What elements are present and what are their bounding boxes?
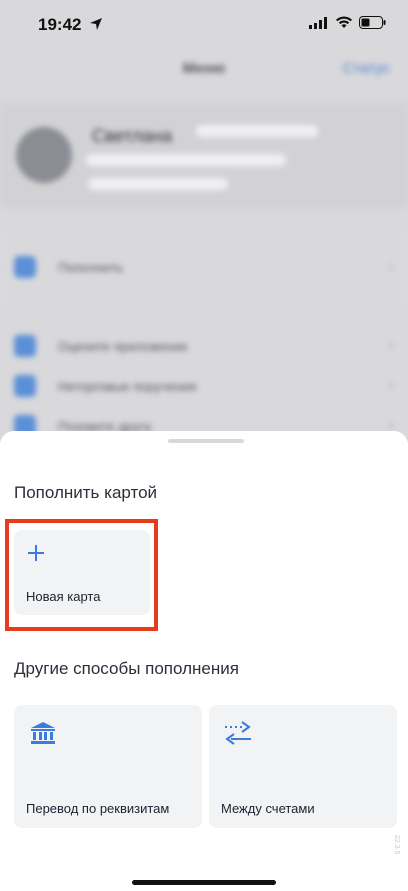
- status-time: 19:42: [38, 15, 82, 34]
- sheet-grabber[interactable]: [168, 439, 244, 443]
- background-status-link: Статус: [342, 60, 390, 77]
- cellular-signal-icon: [309, 16, 327, 29]
- status-bar: 19:42: [0, 0, 408, 50]
- avatar: [16, 127, 72, 183]
- chevron-right-icon: ›: [388, 377, 394, 394]
- bank-transfer-button[interactable]: Перевод по реквизитам: [14, 705, 202, 828]
- home-indicator[interactable]: [132, 880, 276, 885]
- other-methods-title: Другие способы пополнения: [14, 659, 239, 678]
- background-menu-row: Оцените приложение ›: [14, 330, 394, 362]
- background-profile-name: Светлана: [92, 126, 173, 146]
- background-menu-label: Оцените приложение: [58, 338, 188, 354]
- card-section-title: Пополнить картой: [14, 483, 158, 502]
- between-accounts-button[interactable]: Между счетами: [209, 705, 397, 828]
- background-menu-label: Неторговые поручения: [58, 378, 197, 394]
- location-arrow-icon: [90, 18, 102, 30]
- topup-icon: [14, 256, 36, 278]
- between-accounts-label: Между счетами: [221, 801, 315, 816]
- document-icon: [14, 375, 36, 397]
- star-icon: [14, 335, 36, 357]
- background-menu-row: Неторговые поручения ›: [14, 370, 394, 402]
- chevron-right-icon: ›: [388, 258, 394, 275]
- background-screen: Меню Статус Светлана Пополнить › Оцените…: [0, 0, 408, 460]
- top-up-bottom-sheet: Пополнить картой Новая карта Другие спос…: [0, 431, 408, 891]
- background-menu-label: Пополнить: [58, 259, 124, 275]
- version-label: 22.3.5: [393, 835, 400, 855]
- transfer-arrows-icon: [225, 721, 251, 745]
- chevron-right-icon: ›: [388, 337, 394, 354]
- redacted-bar: [196, 125, 318, 137]
- redacted-bar: [86, 154, 286, 166]
- background-menu-row: Пополнить ›: [14, 251, 394, 283]
- highlight-box: [5, 519, 158, 631]
- bank-transfer-label: Перевод по реквизитам: [26, 801, 170, 816]
- wifi-icon: [336, 16, 352, 28]
- bank-icon: [31, 722, 55, 744]
- redacted-bar: [88, 178, 228, 190]
- battery-icon: [359, 16, 386, 29]
